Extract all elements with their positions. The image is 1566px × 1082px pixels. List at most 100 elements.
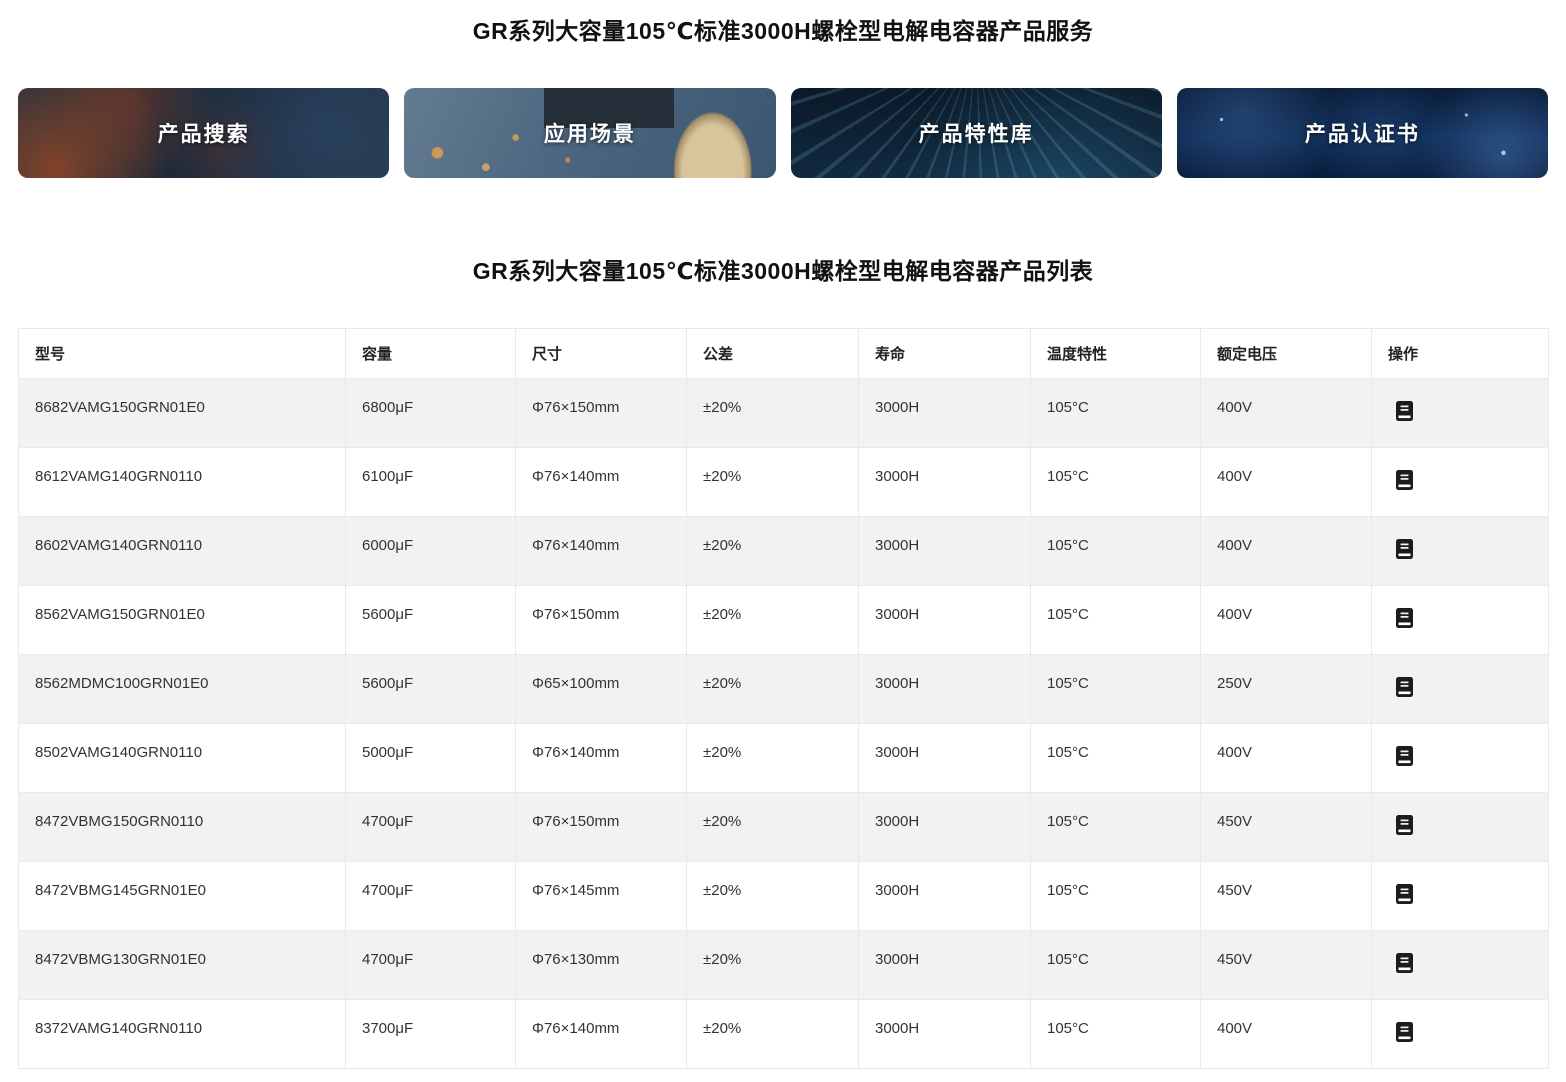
tolerance-cell: ±20% (687, 379, 859, 448)
nav-card-label: 产品特性库 (919, 118, 1034, 148)
model-cell: 8562VAMG150GRN01E0 (19, 586, 346, 655)
voltage-cell: 250V (1201, 655, 1372, 724)
table-row: 8472VBMG150GRN01104700μFΦ76×150mm±20%300… (19, 793, 1549, 862)
life-cell: 3000H (859, 517, 1031, 586)
model-cell: 8372VAMG140GRN0110 (19, 1000, 346, 1069)
life-cell: 3000H (859, 1000, 1031, 1069)
table-row: 8562VAMG150GRN01E05600μFΦ76×150mm±20%300… (19, 586, 1549, 655)
document-icon (1396, 470, 1413, 490)
nav-card-product-search[interactable]: 产品搜索 (18, 88, 389, 178)
product-list-title: GR系列大容量105℃标准3000H螺栓型电解电容器产品列表 (0, 256, 1566, 286)
voltage-cell: 450V (1201, 793, 1372, 862)
voltage-cell: 400V (1201, 517, 1372, 586)
capacity-cell: 3700μF (346, 1000, 516, 1069)
view-document-button[interactable] (1396, 470, 1413, 490)
view-document-button[interactable] (1396, 401, 1413, 421)
tolerance-cell: ±20% (687, 655, 859, 724)
capacity-cell: 4700μF (346, 862, 516, 931)
col-header-voltage: 额定电压 (1201, 329, 1372, 379)
model-cell: 8682VAMG150GRN01E0 (19, 379, 346, 448)
tolerance-cell: ±20% (687, 1000, 859, 1069)
life-cell: 3000H (859, 793, 1031, 862)
document-icon (1396, 815, 1413, 835)
tolerance-cell: ±20% (687, 724, 859, 793)
table-row: 8612VAMG140GRN01106100μFΦ76×140mm±20%300… (19, 448, 1549, 517)
size-cell: Φ76×150mm (516, 379, 687, 448)
voltage-cell: 400V (1201, 448, 1372, 517)
view-document-button[interactable] (1396, 1022, 1413, 1042)
tolerance-cell: ±20% (687, 448, 859, 517)
view-document-button[interactable] (1396, 884, 1413, 904)
nav-card-label: 产品搜索 (158, 118, 250, 148)
document-icon (1396, 1022, 1413, 1042)
action-cell (1372, 379, 1549, 448)
action-cell (1372, 931, 1549, 1000)
document-icon (1396, 746, 1413, 766)
size-cell: Φ76×140mm (516, 1000, 687, 1069)
document-icon (1396, 677, 1413, 697)
life-cell: 3000H (859, 862, 1031, 931)
size-cell: Φ76×150mm (516, 586, 687, 655)
action-cell (1372, 793, 1549, 862)
document-icon (1396, 884, 1413, 904)
life-cell: 3000H (859, 379, 1031, 448)
view-document-button[interactable] (1396, 608, 1413, 628)
life-cell: 3000H (859, 586, 1031, 655)
action-cell (1372, 448, 1549, 517)
size-cell: Φ76×145mm (516, 862, 687, 931)
temperature-cell: 105°C (1031, 793, 1201, 862)
document-icon (1396, 539, 1413, 559)
product-table-header-row: 型号容量尺寸公差寿命温度特性额定电压操作 (19, 329, 1549, 379)
nav-card-certificates[interactable]: 产品认证书 (1177, 88, 1548, 178)
model-cell: 8602VAMG140GRN0110 (19, 517, 346, 586)
temperature-cell: 105°C (1031, 724, 1201, 793)
view-document-button[interactable] (1396, 746, 1413, 766)
size-cell: Φ76×140mm (516, 448, 687, 517)
life-cell: 3000H (859, 448, 1031, 517)
size-cell: Φ76×150mm (516, 793, 687, 862)
action-cell (1372, 1000, 1549, 1069)
action-cell (1372, 586, 1549, 655)
voltage-cell: 400V (1201, 379, 1372, 448)
temperature-cell: 105°C (1031, 931, 1201, 1000)
nav-card-application-scenes[interactable]: 应用场景 (404, 88, 775, 178)
size-cell: Φ76×130mm (516, 931, 687, 1000)
table-row: 8472VBMG130GRN01E04700μFΦ76×130mm±20%300… (19, 931, 1549, 1000)
capacity-cell: 5600μF (346, 655, 516, 724)
model-cell: 8612VAMG140GRN0110 (19, 448, 346, 517)
tolerance-cell: ±20% (687, 862, 859, 931)
life-cell: 3000H (859, 655, 1031, 724)
view-document-button[interactable] (1396, 539, 1413, 559)
action-cell (1372, 862, 1549, 931)
capacity-cell: 6800μF (346, 379, 516, 448)
model-cell: 8472VBMG130GRN01E0 (19, 931, 346, 1000)
view-document-button[interactable] (1396, 677, 1413, 697)
table-row: 8682VAMG150GRN01E06800μFΦ76×150mm±20%300… (19, 379, 1549, 448)
voltage-cell: 450V (1201, 931, 1372, 1000)
capacity-cell: 6000μF (346, 517, 516, 586)
view-document-button[interactable] (1396, 953, 1413, 973)
action-cell (1372, 517, 1549, 586)
temperature-cell: 105°C (1031, 1000, 1201, 1069)
view-document-button[interactable] (1396, 815, 1413, 835)
size-cell: Φ76×140mm (516, 517, 687, 586)
action-cell (1372, 655, 1549, 724)
voltage-cell: 400V (1201, 724, 1372, 793)
size-cell: Φ65×100mm (516, 655, 687, 724)
voltage-cell: 400V (1201, 1000, 1372, 1069)
life-cell: 3000H (859, 724, 1031, 793)
voltage-cell: 450V (1201, 862, 1372, 931)
col-header-temperature: 温度特性 (1031, 329, 1201, 379)
temperature-cell: 105°C (1031, 379, 1201, 448)
product-table-container: 型号容量尺寸公差寿命温度特性额定电压操作 8682VAMG150GRN01E06… (18, 328, 1548, 1069)
temperature-cell: 105°C (1031, 517, 1201, 586)
document-icon (1396, 608, 1413, 628)
temperature-cell: 105°C (1031, 448, 1201, 517)
nav-card-feature-library[interactable]: 产品特性库 (791, 88, 1162, 178)
tolerance-cell: ±20% (687, 931, 859, 1000)
document-icon (1396, 953, 1413, 973)
col-header-model: 型号 (19, 329, 346, 379)
capacity-cell: 4700μF (346, 931, 516, 1000)
capacity-cell: 5600μF (346, 586, 516, 655)
col-header-life: 寿命 (859, 329, 1031, 379)
